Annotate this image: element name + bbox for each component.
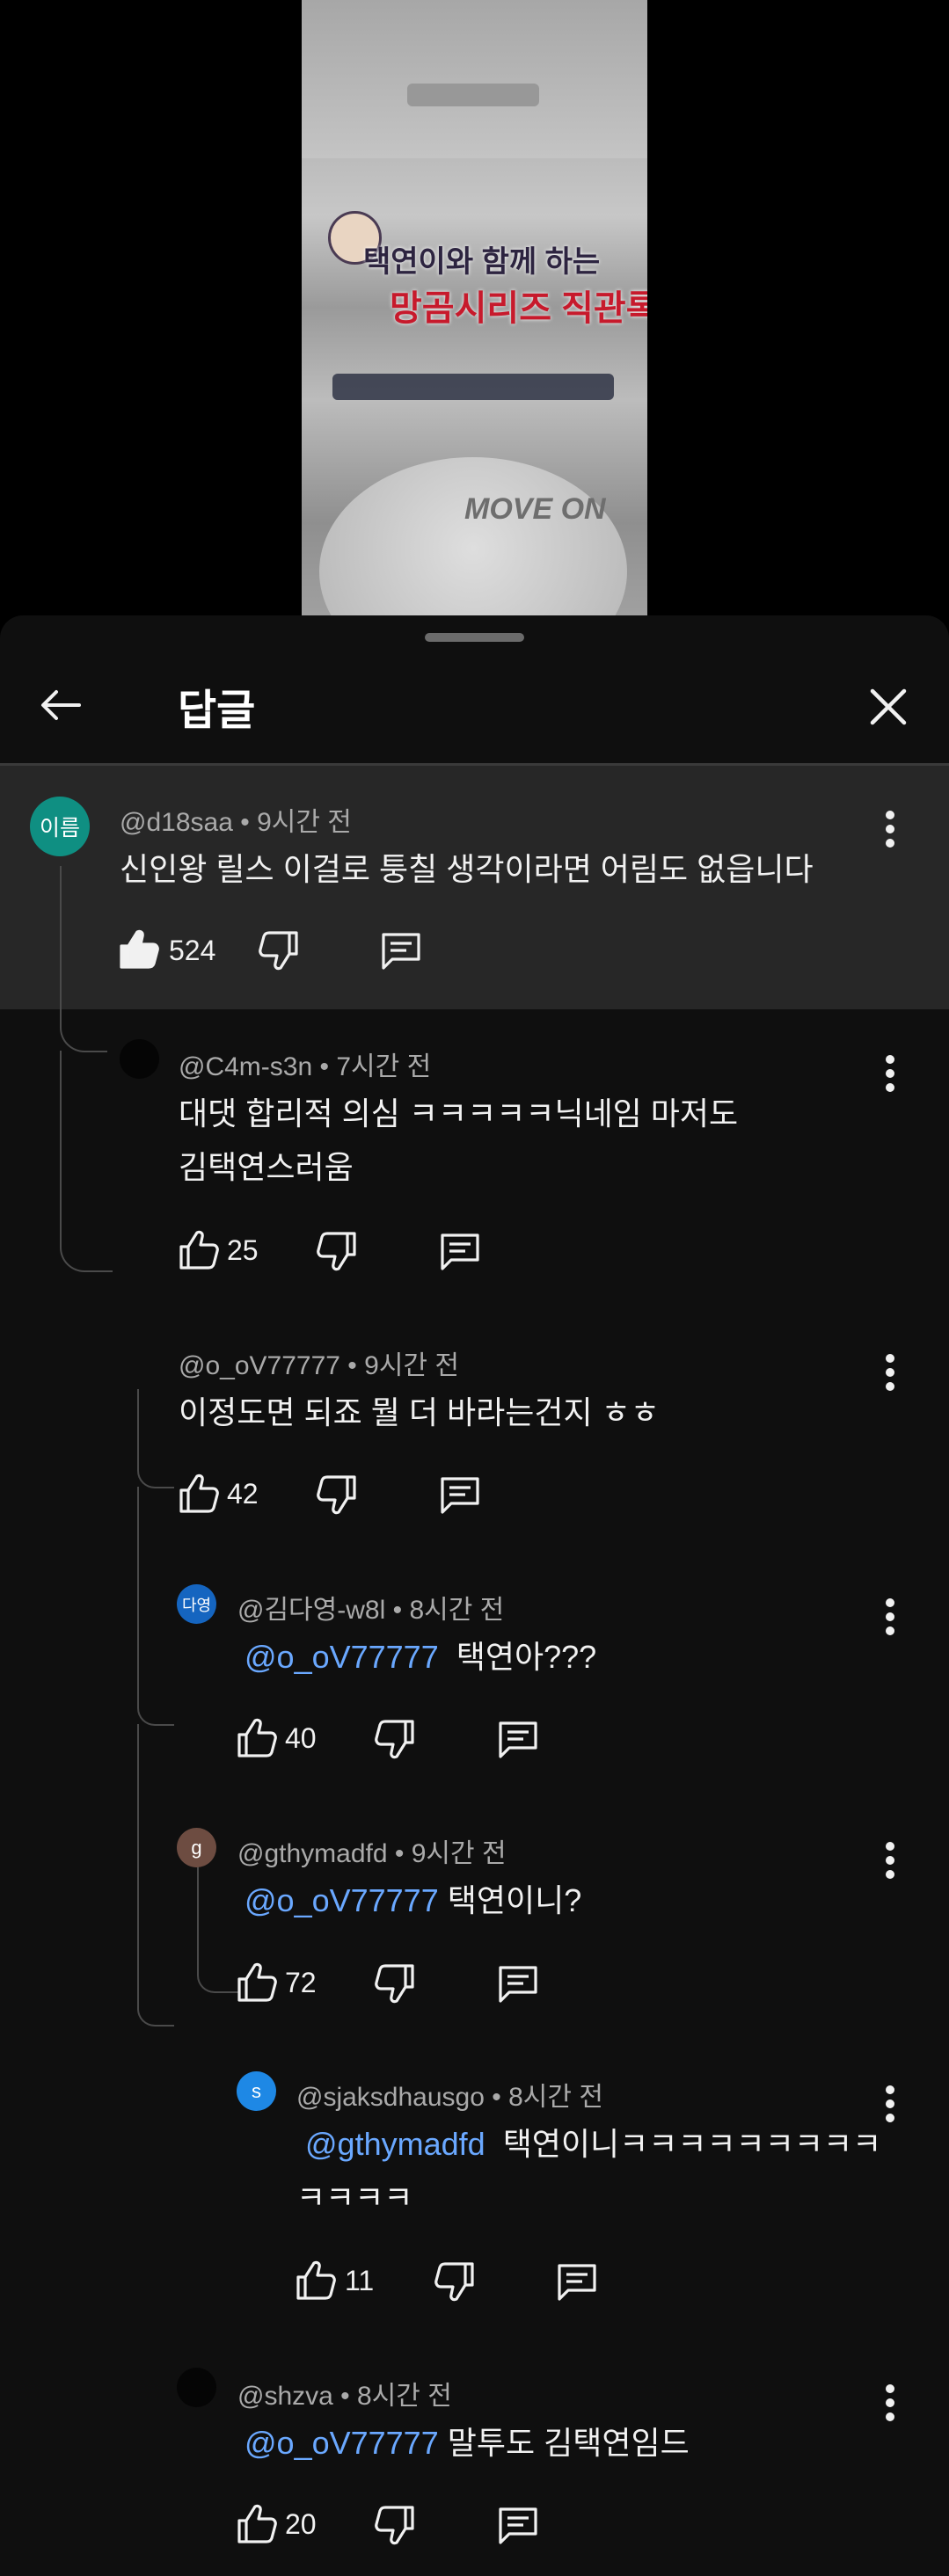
more-vert-icon[interactable] — [872, 807, 908, 851]
like-count: 11 — [345, 2265, 375, 2296]
avatar[interactable]: 이름 — [30, 797, 90, 856]
avatar[interactable]: s — [237, 2071, 276, 2111]
more-vert-icon[interactable] — [872, 1350, 908, 1394]
thread-line — [137, 1724, 174, 2027]
thumb-down-icon[interactable] — [374, 1961, 416, 2005]
like-count: 20 — [285, 2508, 317, 2540]
comment-author[interactable]: @sjaksdhausgo — [296, 2083, 485, 2112]
thumbnail-badge: MOVE ON — [464, 492, 606, 526]
comment-meta: @gthymadfd • 9시간 전 — [237, 1839, 507, 1868]
more-vert-icon[interactable] — [872, 1838, 908, 1882]
comment-meta: @C4m-s3n • 7시간 전 — [179, 1052, 432, 1081]
replies-sheet: 답글 이름 @d18saa • 9시간 전 신인왕 릴스 이걸로 퉁칠 생각이라… — [0, 615, 949, 2576]
thumb-up-icon[interactable] — [236, 2502, 278, 2546]
like-count: 42 — [227, 1478, 259, 1510]
comment-text: @o_oV77777 택연아??? — [245, 1639, 597, 1675]
comment-meta: @shzva • 8시간 전 — [237, 2382, 452, 2411]
avatar[interactable]: g — [177, 1828, 216, 1867]
close-icon[interactable] — [862, 680, 915, 733]
comment-text: @o_oV77777 말투도 김택연임드 — [245, 2425, 690, 2461]
more-vert-icon[interactable] — [872, 1595, 908, 1639]
like-count: 72 — [285, 1967, 317, 1998]
thread-line — [60, 1051, 113, 1272]
thread-line — [137, 1487, 174, 1726]
avatar[interactable] — [120, 1039, 159, 1079]
thumb-up-icon[interactable] — [295, 2259, 337, 2303]
comment-meta: @김다영-w8l • 8시간 전 — [237, 1596, 505, 1625]
comment-text: 신인왕 릴스 이걸로 퉁칠 생각이라면 어림도 없읍니다 — [120, 851, 814, 887]
more-vert-icon[interactable] — [872, 1052, 908, 1095]
comment-time: 8시간 전 — [357, 2382, 452, 2411]
thumb-down-icon[interactable] — [258, 928, 300, 972]
comment-author[interactable]: @C4m-s3n — [179, 1052, 312, 1081]
thumb-up-icon[interactable] — [236, 1716, 278, 1760]
thumbnail-title-line1: 택연이와 함께 하는 — [363, 245, 601, 279]
avatar[interactable]: 다영 — [177, 1584, 216, 1624]
thumb-up-icon[interactable] — [118, 928, 160, 971]
mention-link[interactable]: @o_oV77777 — [245, 1639, 439, 1675]
thread-line — [137, 1389, 174, 1488]
comment-time: 8시간 전 — [409, 1596, 505, 1625]
video-player[interactable]: 택연이와 함께 하는 망곰시리즈 직관록 MOVE ON — [0, 0, 949, 615]
like-count: 25 — [227, 1234, 259, 1266]
reply-icon[interactable] — [380, 928, 422, 972]
comment-author[interactable]: @김다영-w8l — [237, 1596, 385, 1625]
reply-icon[interactable] — [556, 2259, 598, 2303]
comment-author[interactable]: @o_oV77777 — [179, 1351, 340, 1380]
comment-text: @o_oV77777 택연이니? — [245, 1882, 582, 1918]
back-arrow-icon[interactable] — [35, 679, 88, 731]
thumbnail-background — [302, 0, 647, 158]
comment-meta: @d18saa • 9시간 전 — [120, 808, 352, 837]
thumb-up-icon[interactable] — [178, 1472, 220, 1516]
thumb-down-icon[interactable] — [434, 2259, 476, 2303]
comment-time: 9시간 전 — [364, 1351, 459, 1380]
comment-author[interactable]: @shzva — [237, 2382, 333, 2411]
thumb-down-icon[interactable] — [316, 1473, 358, 1517]
video-thumbnail: 택연이와 함께 하는 망곰시리즈 직관록 MOVE ON — [302, 0, 647, 615]
mention-link[interactable]: @o_oV77777 — [245, 1882, 439, 1918]
mention-link[interactable]: @o_oV77777 — [245, 2425, 439, 2461]
thread-line — [197, 1859, 238, 1993]
more-vert-icon[interactable] — [872, 2381, 908, 2425]
comment-time: 8시간 전 — [508, 2083, 603, 2112]
thumbnail-title-line2: 망곰시리즈 직관록 — [390, 289, 647, 328]
thumb-down-icon[interactable] — [374, 1717, 416, 1761]
baseball-image — [319, 457, 627, 615]
avatar[interactable] — [177, 2368, 216, 2407]
comment-time: 7시간 전 — [336, 1052, 432, 1081]
thumb-down-icon[interactable] — [316, 1229, 358, 1273]
reply-icon[interactable] — [497, 1717, 539, 1761]
thumbnail-band — [332, 374, 614, 400]
reply-icon[interactable] — [497, 1961, 539, 2005]
comment-text: 대댓 합리적 의심 ㅋㅋㅋㅋㅋ닉네임 마저도 김택연스러움 — [179, 1095, 739, 1185]
comment-time: 9시간 전 — [257, 808, 352, 837]
thumb-down-icon[interactable] — [374, 2503, 416, 2547]
comment-author[interactable]: @d18saa — [120, 808, 233, 837]
thumbnail-logo — [407, 84, 539, 106]
reply-icon[interactable] — [497, 2503, 539, 2547]
comment-text: 이정도면 되죠 뭘 더 바라는건지 ㅎㅎ — [179, 1394, 660, 1430]
reply-icon[interactable] — [439, 1473, 481, 1517]
comment-meta: @sjaksdhausgo • 8시간 전 — [296, 2083, 603, 2112]
page-title: 답글 — [178, 688, 256, 734]
more-vert-icon[interactable] — [872, 2082, 908, 2126]
reply-icon[interactable] — [439, 1229, 481, 1273]
thumb-up-icon[interactable] — [236, 1961, 278, 2005]
comment-time: 9시간 전 — [411, 1839, 507, 1868]
like-count: 40 — [285, 1722, 317, 1754]
drag-handle[interactable] — [425, 633, 524, 642]
comment-text: @gthymadfd 택연이니ㅋㅋㅋㅋㅋㅋㅋㅋㅋ ㅋㅋㅋㅋ — [296, 2126, 882, 2216]
thumb-up-icon[interactable] — [178, 1228, 220, 1272]
thread-line — [60, 866, 107, 1052]
mention-link[interactable]: @gthymadfd — [305, 2126, 485, 2162]
like-count: 524 — [169, 935, 216, 966]
comment-meta: @o_oV77777 • 9시간 전 — [179, 1351, 459, 1380]
comment-author[interactable]: @gthymadfd — [237, 1839, 388, 1868]
